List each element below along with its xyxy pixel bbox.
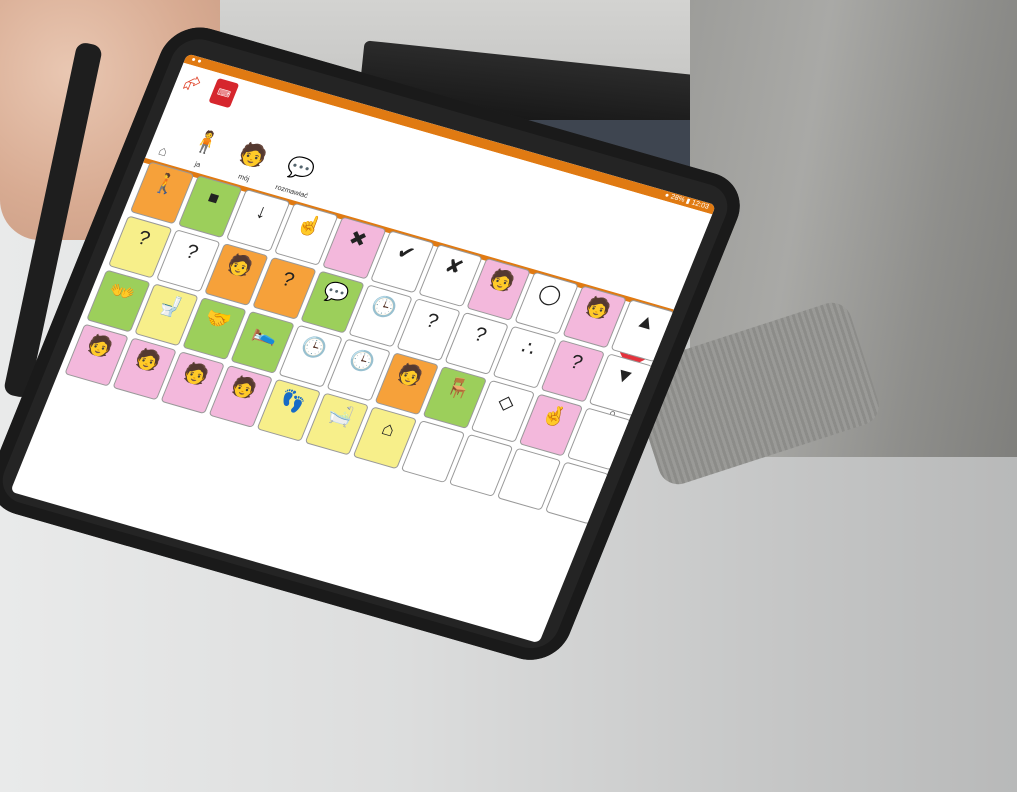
cell-symbol: ? bbox=[470, 323, 490, 347]
cell-symbol: 🤝 bbox=[201, 306, 235, 334]
keyboard-icon[interactable]: ⌨ bbox=[208, 77, 240, 109]
cell-symbol: ? bbox=[422, 309, 442, 334]
cell-symbol: 🧑 bbox=[227, 374, 261, 402]
cell-symbol: 🧑 bbox=[223, 252, 256, 280]
cell-symbol: 🪑 bbox=[442, 375, 475, 403]
cell-symbol: 🕒 bbox=[367, 293, 401, 322]
cell-symbol: 🛌 bbox=[249, 320, 283, 348]
sentence-word[interactable]: 🧑 mój bbox=[228, 139, 272, 185]
cell-symbol: 🧑 bbox=[394, 361, 427, 390]
cell-symbol: 🧑 bbox=[581, 294, 615, 323]
cell-symbol: ◯ bbox=[535, 281, 565, 309]
word-symbol: 🧍 bbox=[188, 126, 225, 158]
cell-symbol: ↓ bbox=[252, 200, 271, 224]
cell-symbol: 🚽 bbox=[153, 292, 186, 321]
cell-symbol: ? bbox=[182, 240, 202, 265]
cell-symbol: ? bbox=[278, 268, 298, 292]
cell-symbol: 🕒 bbox=[345, 347, 379, 376]
cell-symbol: ◇ bbox=[494, 390, 518, 416]
cell-symbol: 🤞 bbox=[538, 402, 571, 431]
cell-symbol: ∴ bbox=[517, 336, 539, 361]
cell-symbol: ✖ bbox=[345, 227, 370, 253]
cell-symbol: ⏹ bbox=[204, 186, 223, 210]
share-icon[interactable]: ⮳ bbox=[180, 71, 204, 97]
home-icon[interactable]: ⌂ bbox=[156, 142, 170, 159]
cell-symbol: 🚶 bbox=[149, 170, 182, 199]
cell-symbol: ☝ bbox=[293, 212, 326, 240]
cell-symbol: ? bbox=[134, 226, 154, 251]
cell-symbol: ✔ bbox=[393, 240, 418, 266]
cell-symbol: ? bbox=[566, 350, 586, 375]
cell-symbol: ▲ bbox=[632, 309, 660, 336]
sentence-word[interactable]: 💬 rozmawiać bbox=[274, 152, 322, 200]
cell-symbol: 🧑 bbox=[131, 346, 165, 375]
cell-symbol: 🕒 bbox=[297, 334, 331, 362]
cell-symbol: 👣 bbox=[276, 388, 309, 416]
cell-symbol: 💬 bbox=[319, 280, 352, 308]
cell-symbol: 🧑 bbox=[179, 360, 213, 388]
cell-symbol: ▼ bbox=[610, 363, 638, 390]
word-label: ja bbox=[193, 161, 202, 170]
cell-symbol: 🧑 bbox=[83, 333, 117, 361]
word-symbol: 🧑 bbox=[235, 139, 271, 171]
sentence-word[interactable]: 🧍 ja bbox=[182, 126, 226, 172]
cell-symbol: 🛁 bbox=[324, 401, 357, 430]
cell-symbol: 🧑 bbox=[485, 267, 519, 295]
cell-symbol: ⌂ bbox=[378, 417, 399, 442]
cell-symbol: ✘ bbox=[441, 254, 467, 280]
cell-symbol: 👐 bbox=[105, 278, 138, 307]
